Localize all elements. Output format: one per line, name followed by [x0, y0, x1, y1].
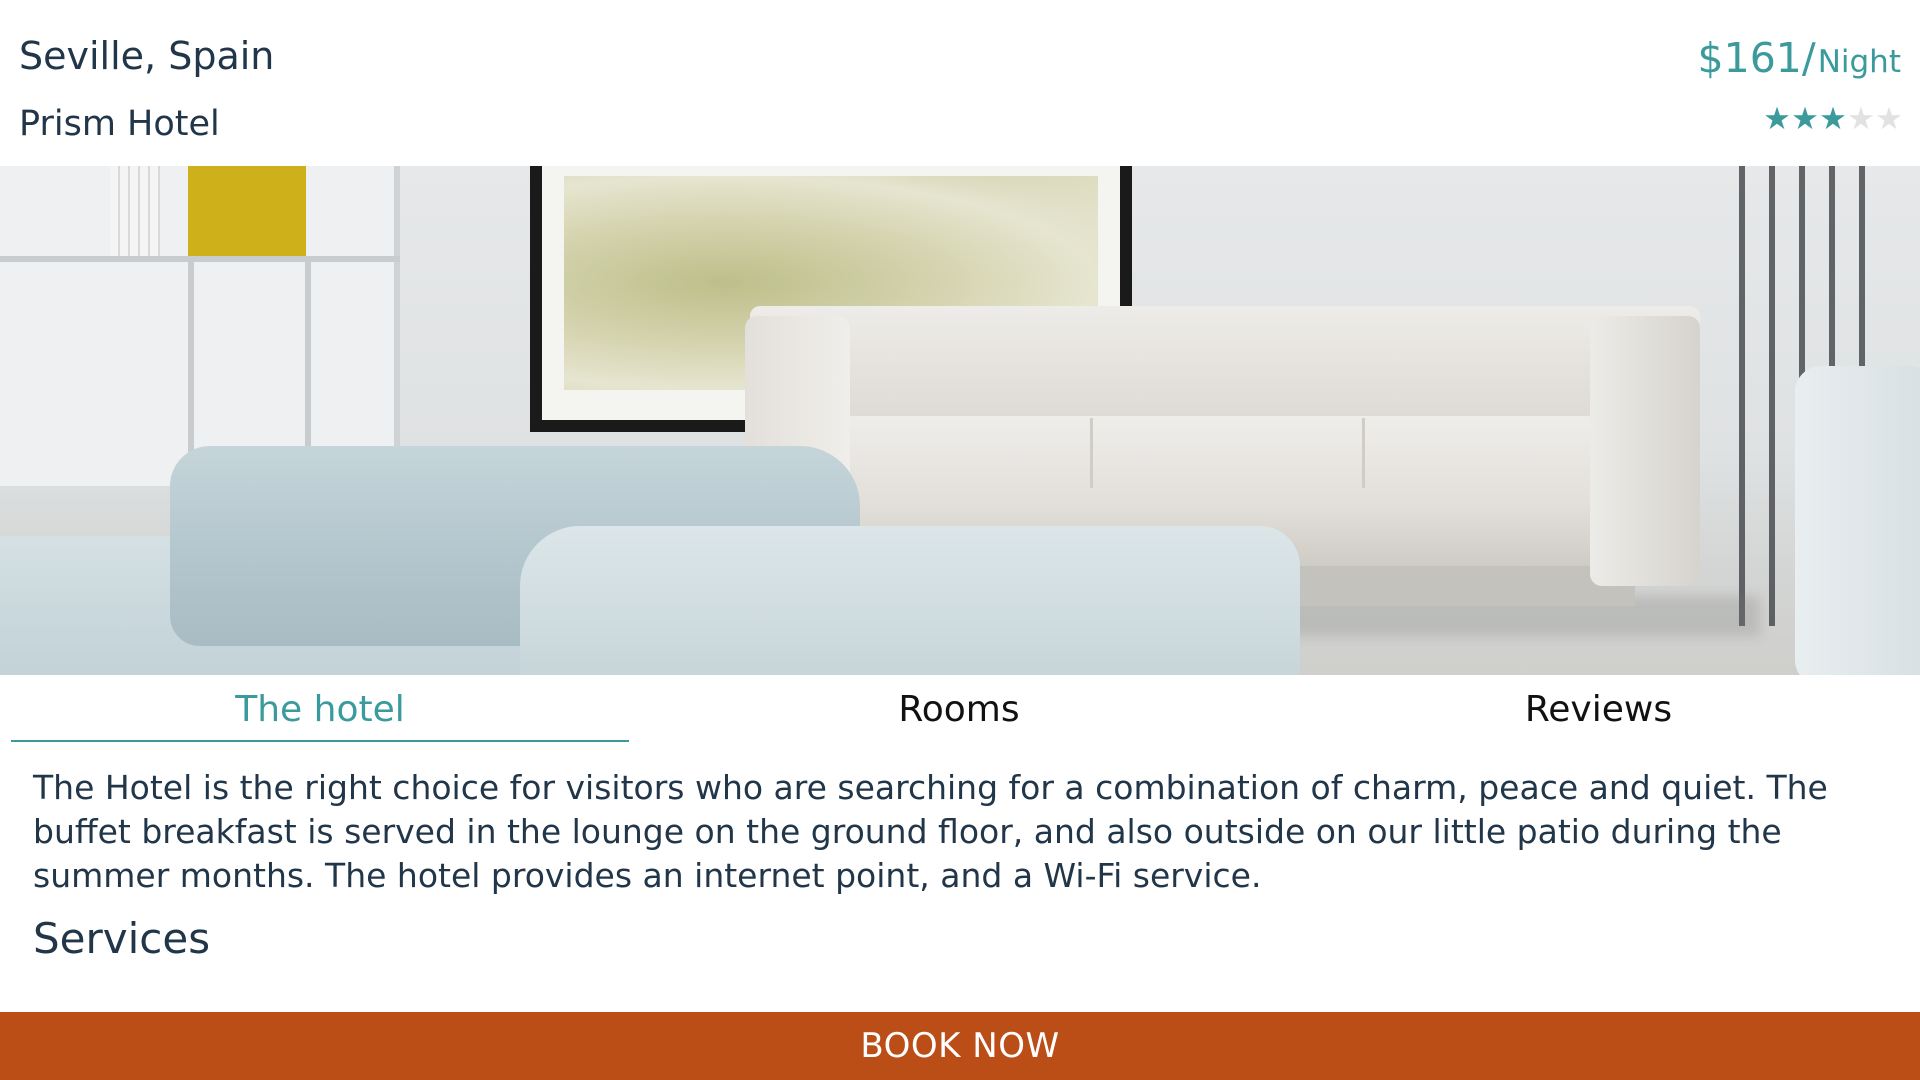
book-now-label: BOOK NOW	[860, 1026, 1060, 1066]
active-tab-indicator	[11, 740, 629, 742]
photo-seat-seam	[1362, 418, 1365, 488]
hotel-description: The Hotel is the right choice for visito…	[33, 768, 1828, 895]
photo-seat-seam	[1090, 418, 1093, 488]
price-unit: Night	[1817, 44, 1901, 80]
star-icon: ★	[1763, 101, 1791, 137]
services-heading: Services	[33, 914, 211, 963]
photo-front-sofa-arm	[520, 526, 1300, 675]
star-icon: ★	[1819, 101, 1847, 137]
photo-sofa-arm-right	[1590, 316, 1700, 586]
star-icon: ★	[1847, 101, 1875, 137]
tab-rooms[interactable]: Rooms	[640, 675, 1278, 743]
star-rating: ★ ★ ★ ★ ★	[1763, 104, 1903, 135]
star-icon: ★	[1791, 101, 1819, 137]
photo-books	[110, 166, 160, 256]
price-per-night: $161/ Night	[1698, 34, 1901, 82]
book-now-button[interactable]: BOOK NOW	[0, 1012, 1920, 1080]
hotel-city: Seville, Spain	[19, 34, 275, 78]
hotel-name: Prism Hotel	[19, 104, 220, 144]
hotel-photo	[0, 166, 1920, 675]
star-icon: ★	[1875, 101, 1903, 137]
hotel-tabs: The hotel Rooms Reviews	[0, 675, 1920, 743]
price-amount: $161/	[1697, 34, 1816, 82]
tab-the-hotel[interactable]: The hotel	[11, 675, 629, 743]
hotel-header: Seville, Spain Prism Hotel $161/ Night ★…	[0, 0, 1920, 166]
photo-yellow-box	[188, 166, 306, 256]
tab-reviews[interactable]: Reviews	[1278, 675, 1919, 743]
photo-sofa-back	[750, 306, 1700, 416]
hotel-detail-page: Seville, Spain Prism Hotel $161/ Night ★…	[0, 0, 1920, 1080]
photo-shelf-line	[0, 256, 400, 262]
photo-chair	[1795, 366, 1920, 675]
